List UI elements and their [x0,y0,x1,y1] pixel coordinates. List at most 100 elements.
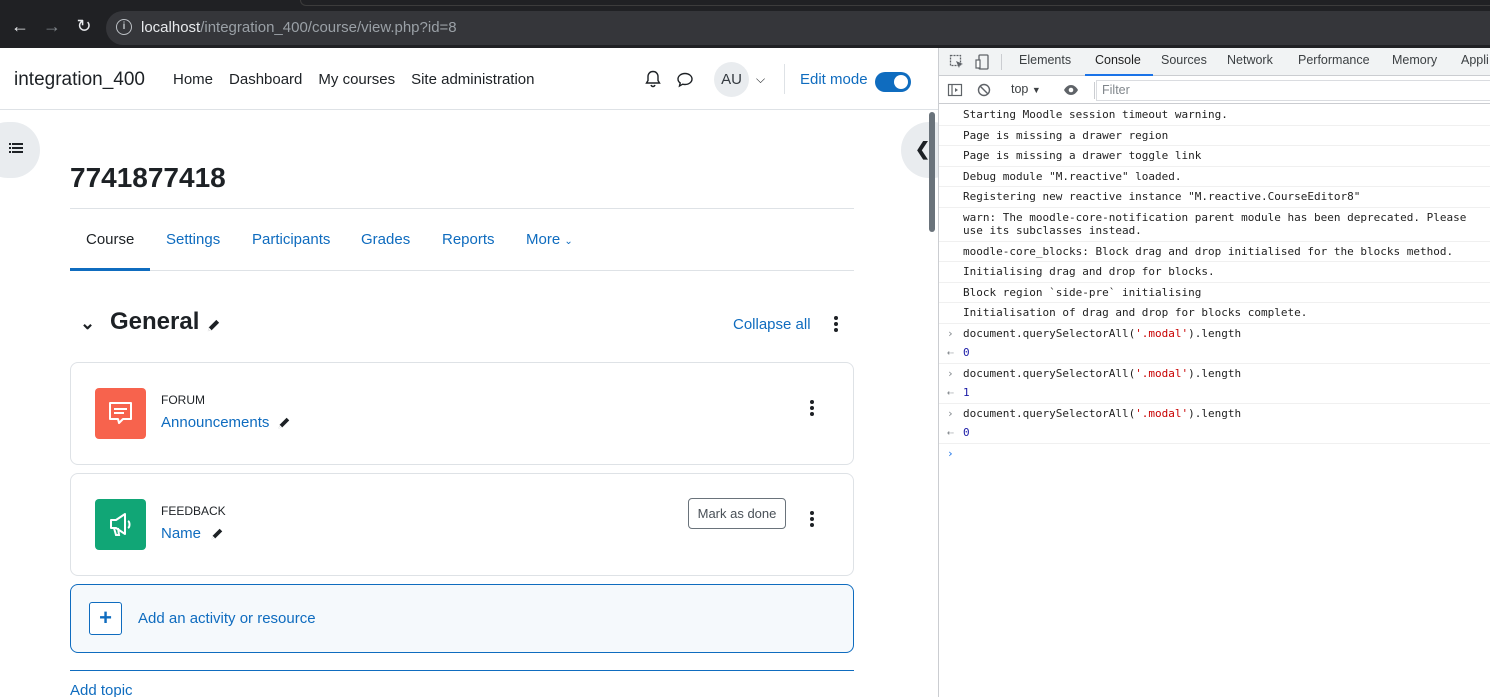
site-name[interactable]: integration_400 [14,69,145,91]
site-info-icon[interactable]: i [116,19,132,35]
command-string: '.modal' [1135,406,1189,420]
secondary-navigation: Course Settings Participants Grades Repo… [70,209,854,271]
result-value: 0 [963,426,970,439]
tab-grades[interactable]: Grades [361,231,410,248]
more-chevron-down-icon: ⌄ [564,236,573,247]
url-path: /integration_400/course/view.php?id=8 [200,19,457,36]
forum-icon [95,388,146,439]
tab-settings[interactable]: Settings [166,231,220,248]
command-suffix: ).length [1188,406,1242,420]
chevron-left-icon: ❮ [915,139,931,159]
section-collapse-chevron-icon[interactable]: ⌄ [80,313,95,334]
tab-console[interactable]: Console [1095,53,1141,67]
console-prompt[interactable]: › [939,444,1490,464]
activity-name-link[interactable]: Announcements [161,414,269,431]
activity-actions-kebab-icon[interactable] [810,400,816,416]
activity-type-label: FORUM [161,393,205,407]
tab-participants[interactable]: Participants [252,231,330,248]
context-selector[interactable]: top ▼ [1011,82,1041,96]
tab-reports[interactable]: Reports [442,231,495,248]
edit-name-pencil-icon[interactable] [277,416,291,430]
activity-name-link[interactable]: Name [161,525,201,542]
edit-mode-label: Edit mode [800,71,868,88]
toolbar-divider [1001,54,1002,70]
nav-my-courses[interactable]: My courses [318,71,395,88]
console-message: Starting Moodle session timeout warning. [939,105,1490,126]
console-message: moodle-core_blocks: Block drag and drop … [939,242,1490,262]
tab-course[interactable]: Course [86,231,134,248]
console-command: › document.querySelectorAll('.modal').len… [939,324,1490,344]
command-prefix: document.querySelectorAll( [963,406,1136,420]
section-end-divider [70,670,854,671]
page-scrollbar[interactable] [929,112,935,232]
activity-actions-kebab-icon[interactable] [810,511,816,527]
top-navbar: integration_400 Home Dashboard My course… [0,48,938,110]
browser-toolbar: ← → ↻ i localhost/integration_400/course… [0,0,1490,48]
moodle-page: integration_400 Home Dashboard My course… [0,48,938,697]
edit-mode-toggle[interactable] [875,72,911,92]
device-toolbar-icon[interactable] [975,54,991,70]
prompt-chevron-icon: › [947,446,954,460]
devtools-panel: Elements Console Sources Network Perform… [938,48,1490,697]
edit-name-pencil-icon[interactable] [210,527,224,541]
console-message: Page is missing a drawer toggle link [939,146,1490,167]
console-message: Debug module "M.reactive" loaded. [939,167,1490,187]
context-caret-icon: ▼ [1031,85,1041,95]
command-prefix: document.querySelectorAll( [963,326,1136,340]
nav-dashboard[interactable]: Dashboard [229,71,302,88]
edit-section-pencil-icon[interactable] [206,318,221,333]
url-text: localhost/integration_400/course/view.ph… [141,19,457,36]
live-expression-eye-icon[interactable] [1063,82,1079,98]
tab-application[interactable]: Appli [1461,53,1489,67]
nav-site-administration[interactable]: Site administration [411,71,534,88]
console-message: Registering new reactive instance "M.rea… [939,187,1490,208]
user-menu-chevron-down-icon[interactable]: ⌵ [756,72,765,87]
forward-icon[interactable]: → [42,16,62,36]
result-arrow-icon: ⇠ [947,346,954,359]
course-title: 7741877418 [70,162,226,193]
tab-performance[interactable]: Performance [1298,53,1370,67]
activity-type-label: FEEDBACK [161,504,226,518]
tab-memory[interactable]: Memory [1392,53,1437,67]
back-icon[interactable]: ← [10,16,30,36]
command-string: '.modal' [1135,326,1189,340]
context-selector-label: top [1011,82,1029,96]
inspect-element-icon[interactable] [949,54,965,70]
tab-network[interactable]: Network [1227,53,1273,67]
collapse-all-link[interactable]: Collapse all [733,316,811,333]
console-result: ⇠ 1 [939,383,1490,404]
tab-more[interactable]: More ⌄ [526,231,573,248]
notifications-bell-icon[interactable] [644,70,662,88]
address-bar[interactable]: i localhost/integration_400/course/view.… [106,11,1490,45]
clear-console-icon[interactable] [976,82,992,98]
course-index-drawer-toggle[interactable] [0,122,40,178]
console-message: Initialising drag and drop for blocks. [939,262,1490,283]
messages-icon[interactable] [676,71,694,89]
reload-icon[interactable]: ↻ [74,16,94,36]
active-tab-indicator [70,268,150,271]
add-activity-button[interactable]: + Add an activity or resource [70,584,854,653]
input-chevron-icon: › [947,326,954,340]
command-prefix: document.querySelectorAll( [963,366,1136,380]
show-sidebar-icon[interactable] [947,82,963,98]
megaphone-glyph [110,513,131,536]
url-host: localhost [141,19,201,36]
add-activity-label: Add an activity or resource [138,610,316,627]
command-suffix: ).length [1188,326,1242,340]
section-actions-kebab-icon[interactable] [834,316,840,332]
console-result: ⇠ 0 [939,343,1490,364]
navbar-divider [784,64,785,94]
primary-navigation: Home Dashboard My courses Site administr… [173,71,535,88]
console-filter-input[interactable]: Filter [1096,80,1490,101]
tab-elements[interactable]: Elements [1019,53,1071,67]
devtools-tab-bar: Elements Console Sources Network Perform… [939,48,1490,76]
add-topic-link[interactable]: Add topic [70,682,133,697]
mark-as-done-button[interactable]: Mark as done [688,498,786,529]
tab-sources[interactable]: Sources [1161,53,1207,67]
megaphone-icon [95,499,146,550]
console-result: ⇠ 0 [939,423,1490,444]
user-avatar[interactable]: AU [714,62,749,97]
result-value: 1 [963,386,970,399]
nav-home[interactable]: Home [173,71,213,88]
console-output: Starting Moodle session timeout warning.… [939,105,1490,464]
